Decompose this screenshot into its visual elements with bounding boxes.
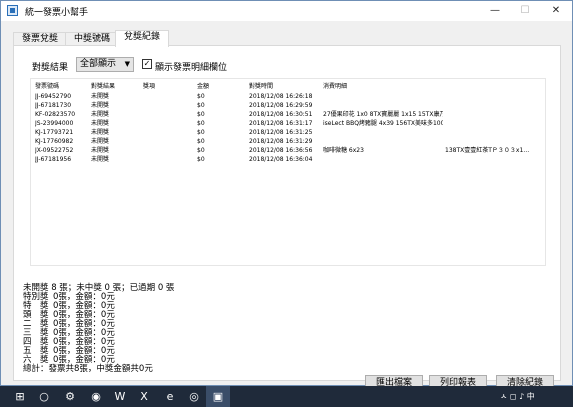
- grid-header-cell[interactable]: 發票號碼: [35, 82, 87, 91]
- table-cell: 138TX壹壹紅茶TＰ３０３x1…: [445, 147, 530, 154]
- table-cell: 未開獎: [91, 93, 110, 100]
- app-window: 統一發票小幫手 — ☐ ✕ 發票兌獎 中獎號碼 兌獎紀錄 對獎結果 全部顯示 ▼…: [0, 0, 573, 392]
- word-icon[interactable]: W: [108, 386, 132, 407]
- table-cell: JJ-67181730: [35, 102, 72, 109]
- table-cell: 未開獎: [91, 102, 110, 109]
- grid-header-cell[interactable]: 金額: [197, 82, 245, 91]
- app-icon: [7, 5, 18, 16]
- table-row[interactable]: KJ-17793721 未開獎 $0 2018/12/08 16:31:25: [31, 128, 545, 137]
- title-bar[interactable]: 統一發票小幫手 — ☐ ✕: [1, 1, 572, 21]
- table-cell: 2018/12/08 16:31:29: [249, 138, 313, 145]
- show-details-label[interactable]: 顯示發票明細欄位: [155, 60, 227, 73]
- table-cell: $0: [197, 156, 205, 163]
- result-filter-value: 全部顯示: [80, 59, 117, 69]
- table-cell: $0: [197, 147, 205, 154]
- table-cell: $0: [197, 138, 205, 145]
- table-cell: 未開獎: [91, 147, 110, 154]
- close-button[interactable]: ✕: [541, 1, 571, 21]
- chrome-icon[interactable]: ◎: [182, 386, 206, 407]
- table-row[interactable]: KJ-17760982 未開獎 $0 2018/12/08 16:31:29: [31, 137, 545, 146]
- settings-icon[interactable]: ⚙: [58, 386, 82, 407]
- table-cell: KJ-17793721: [35, 129, 74, 136]
- table-cell: 2018/12/08 16:31:17: [249, 120, 313, 127]
- search-icon[interactable]: ○: [32, 386, 56, 407]
- app-icon[interactable]: ▣: [206, 386, 230, 407]
- result-filter-label: 對獎結果: [32, 63, 69, 73]
- grid-header-cell[interactable]: 對獎時間: [249, 82, 319, 91]
- edge-icon[interactable]: e: [158, 386, 182, 407]
- table-cell: 2018/12/08 16:31:25: [249, 129, 313, 136]
- table-cell: 2018/12/08 16:26:18: [249, 93, 313, 100]
- table-cell: $0: [197, 111, 205, 118]
- window-title: 統一發票小幫手: [25, 8, 89, 18]
- table-cell: 2018/12/08 16:29:59: [249, 102, 313, 109]
- table-cell: 27優果印花 1x0 8TX寶麗麗 1x15 15TX康乃馨營養素 2x39 7…: [323, 111, 443, 118]
- table-row[interactable]: KF-02823570 未開獎 $0 2018/12/08 16:30:51 27優果印…: [31, 110, 545, 119]
- table-cell: 2018/12/08 16:36:04: [249, 156, 313, 163]
- table-cell: 未開獎: [91, 156, 110, 163]
- table-cell: 咖啡微糖 6x23: [323, 147, 364, 154]
- table-cell: 未開獎: [91, 138, 110, 145]
- table-cell: JS-23994000: [35, 120, 74, 127]
- table-cell: 2018/12/08 16:30:51: [249, 111, 313, 118]
- table-row[interactable]: JX-09522752 未開獎 $0 2018/12/08 16:36:56 咖啡微糖 …: [31, 146, 545, 155]
- system-tray[interactable]: ㅅ ◻ ♪ 中: [500, 386, 535, 407]
- table-row[interactable]: JJ-69452790 未開獎 $0 2018/12/08 16:26:18: [31, 92, 545, 101]
- line-icon[interactable]: ◉: [84, 386, 108, 407]
- table-row[interactable]: JJ-67181956 未開獎 $0 2018/12/08 16:36:04: [31, 155, 545, 164]
- table-cell: 未開獎: [91, 111, 110, 118]
- table-cell: $0: [197, 93, 205, 100]
- history-grid[interactable]: 發票號碼 對獎結果 獎項 金額 對獎時間 消費明細 JJ-69452790 未開獎 $0 2018…: [30, 78, 546, 266]
- grid-header-cell[interactable]: 消費明細: [323, 82, 443, 91]
- summary-block: 未開獎 8 張；未中獎 0 張；已過期 0 張 特別獎 0張，金額：0元特 獎 0張…: [23, 284, 174, 374]
- summary-total-line: 總計：發票共8張，中獎金額共0元: [23, 364, 153, 374]
- result-filter-select[interactable]: 全部顯示 ▼: [76, 57, 134, 72]
- grid-header-cell[interactable]: 獎項: [143, 82, 193, 91]
- tab-invoice-check[interactable]: 發票兌獎: [13, 32, 68, 46]
- table-row[interactable]: JS-23994000 未開獎 $0 2018/12/08 16:31:17 iseLe…: [31, 119, 545, 128]
- table-cell: JJ-69452790: [35, 93, 72, 100]
- table-cell: 未開獎: [91, 129, 110, 136]
- maximize-button[interactable]: ☐: [510, 1, 540, 21]
- table-cell: 未開獎: [91, 120, 110, 127]
- table-cell: $0: [197, 129, 205, 136]
- tab-winning-numbers[interactable]: 中獎號碼: [65, 32, 120, 46]
- table-cell: KF-02823570: [35, 111, 76, 118]
- table-cell: iseLect BBQ烤豬腿 4x39 156TX美味多100cc 1x8 8T…: [323, 120, 443, 127]
- table-cell: JX-09522752: [35, 147, 74, 154]
- excel-icon[interactable]: X: [132, 386, 156, 407]
- table-cell: JJ-67181956: [35, 156, 72, 163]
- table-cell: $0: [197, 102, 205, 109]
- table-cell: 2018/12/08 16:36:56: [249, 147, 313, 154]
- chevron-down-icon: ▼: [124, 60, 130, 68]
- taskbar: ㅅ ◻ ♪ 中 ⊞ ○ ⚙ ◉ W Xe ◎ ▣: [0, 386, 573, 407]
- grid-header-row: 發票號碼 對獎結果 獎項 金額 對獎時間 消費明細: [31, 82, 545, 91]
- table-cell: KJ-17760982: [35, 138, 74, 145]
- grid-header-cell[interactable]: 對獎結果: [91, 82, 139, 91]
- minimize-button[interactable]: —: [480, 1, 510, 21]
- show-details-checkbox[interactable]: ✓: [142, 59, 152, 69]
- tab-check-history[interactable]: 兌獎紀錄: [115, 30, 170, 47]
- table-cell: $0: [197, 120, 205, 127]
- table-row[interactable]: JJ-67181730 未開獎 $0 2018/12/08 16:29:59: [31, 101, 545, 110]
- windows-icon[interactable]: ⊞: [8, 386, 32, 407]
